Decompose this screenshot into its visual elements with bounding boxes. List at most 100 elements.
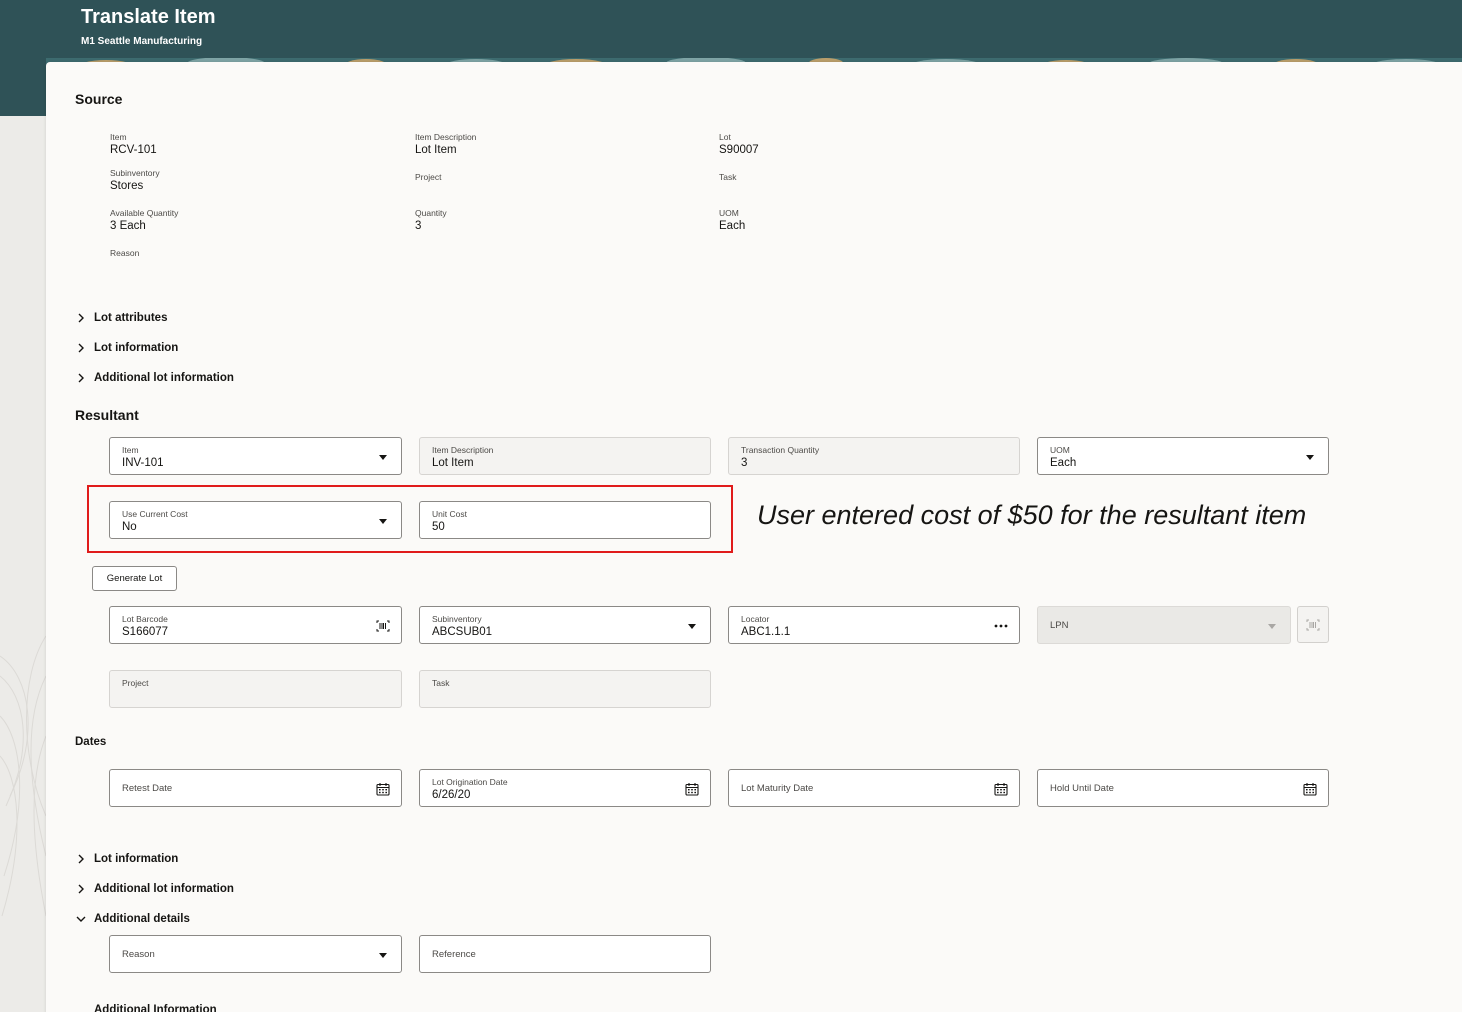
field-label: Project <box>122 678 149 688</box>
field-placeholder: LPN <box>1050 620 1069 631</box>
locator-input[interactable]: Locator ABC1.1.1 <box>728 606 1020 644</box>
source-reason-label: Reason <box>110 248 140 258</box>
accordion-label: Additional lot information <box>94 883 234 895</box>
chevron-down-icon[interactable] <box>375 947 391 963</box>
accordion-label: Additional details <box>94 913 190 925</box>
transaction-quantity-field[interactable]: Transaction Quantity 3 <box>728 437 1020 475</box>
calendar-icon[interactable] <box>684 781 700 797</box>
field-value: INV-101 <box>122 457 164 469</box>
field-value: ABC1.1.1 <box>741 626 791 638</box>
source-section-title: Source <box>75 91 123 107</box>
source-lot: Lot S90007 <box>719 132 999 156</box>
source-item-description: Item Description Lot Item <box>415 132 695 156</box>
field-value: ABCSUB01 <box>432 626 493 638</box>
source-item-description-value: Lot Item <box>415 144 457 156</box>
calendar-icon[interactable] <box>993 781 1009 797</box>
source-item-description-label: Item Description <box>415 132 477 142</box>
source-uom-value: Each <box>719 220 746 232</box>
source-item: Item RCV-101 <box>110 132 390 156</box>
resultant-uom-select[interactable]: UOM Each <box>1037 437 1329 475</box>
source-project-label: Project <box>415 172 442 182</box>
accordion-resultant-additional-lot-information[interactable]: Additional lot information <box>76 881 234 897</box>
field-value: S166077 <box>122 626 169 638</box>
chevron-right-icon <box>76 370 94 386</box>
source-available-quantity: Available Quantity 3 Each <box>110 208 390 232</box>
source-uom: UOM Each <box>719 208 999 232</box>
accordion-additional-information-partial[interactable]: Additional Information <box>94 1004 217 1012</box>
chevron-down-icon[interactable] <box>375 449 391 465</box>
resultant-task-field: Task <box>419 670 711 708</box>
accordion-source-additional-lot-information[interactable]: Additional lot information <box>76 370 234 386</box>
accordion-label: Lot information <box>94 853 179 865</box>
lot-barcode-input[interactable]: Lot Barcode S166077 <box>109 606 402 644</box>
annotation-callout: User entered cost of $50 for the resulta… <box>757 500 1307 530</box>
field-label: Item Description <box>432 445 494 455</box>
field-label: Subinventory <box>432 614 482 624</box>
field-label: Item <box>122 445 139 455</box>
barcode-scan-icon <box>1306 619 1320 630</box>
source-subinventory-label: Subinventory <box>110 168 160 178</box>
source-subinventory: Subinventory Stores <box>110 168 390 192</box>
chevron-right-icon <box>76 881 94 897</box>
field-label: Locator <box>741 614 770 624</box>
field-label: Lot Barcode <box>122 614 168 624</box>
resultant-subinventory-select[interactable]: Subinventory ABCSUB01 <box>419 606 711 644</box>
dates-section-title: Dates <box>75 736 107 748</box>
accordion-source-lot-attributes[interactable]: Lot attributes <box>76 310 167 326</box>
resultant-section-title: Resultant <box>75 407 139 423</box>
field-label: Transaction Quantity <box>741 445 820 455</box>
annotation-highlight-box <box>87 485 733 553</box>
chevron-down-icon[interactable] <box>1302 449 1318 465</box>
chevron-right-icon <box>76 851 94 867</box>
reference-input[interactable]: Reference <box>419 935 711 973</box>
generate-lot-button[interactable]: Generate Lot <box>92 566 177 591</box>
field-placeholder: Reason <box>122 949 155 960</box>
more-options-icon[interactable] <box>993 618 1009 634</box>
lot-maturity-date-input[interactable]: Lot Maturity Date <box>728 769 1020 807</box>
source-quantity: Quantity 3 <box>415 208 695 232</box>
source-lot-value: S90007 <box>719 144 759 156</box>
source-item-value: RCV-101 <box>110 144 157 156</box>
accordion-label: Lot attributes <box>94 312 168 324</box>
field-label: Lot Origination Date <box>432 777 508 787</box>
field-value: Lot Item <box>432 457 474 469</box>
accordion-label: Additional lot information <box>94 372 234 384</box>
source-available-quantity-label: Available Quantity <box>110 208 179 218</box>
calendar-icon[interactable] <box>375 781 391 797</box>
field-placeholder: Hold Until Date <box>1050 783 1114 794</box>
field-value: Each <box>1050 457 1077 469</box>
resultant-item-description-field: Item Description Lot Item <box>419 437 711 475</box>
field-placeholder: Reference <box>432 949 476 960</box>
page-subtitle: M1 Seattle Manufacturing <box>81 36 203 47</box>
lpn-select[interactable]: LPN <box>1037 606 1291 644</box>
source-task: Task <box>719 172 999 182</box>
chevron-down-icon[interactable] <box>684 618 700 634</box>
source-project: Project <box>415 172 695 182</box>
page-title: Translate Item <box>81 6 216 28</box>
field-placeholder: Lot Maturity Date <box>741 783 814 794</box>
accordion-additional-details[interactable]: Additional details <box>76 911 190 927</box>
field-placeholder: Retest Date <box>122 783 173 794</box>
field-label: Task <box>432 678 450 688</box>
barcode-scan-icon[interactable] <box>375 618 391 634</box>
chevron-down-icon <box>1264 618 1280 634</box>
source-task-label: Task <box>719 172 737 182</box>
lot-origination-date-input[interactable]: Lot Origination Date 6/26/20 <box>419 769 711 807</box>
source-available-quantity-value: 3 Each <box>110 220 146 232</box>
calendar-icon[interactable] <box>1302 781 1318 797</box>
accordion-label: Lot information <box>94 342 179 354</box>
lpn-scan-button[interactable] <box>1297 606 1329 643</box>
source-item-label: Item <box>110 132 127 142</box>
accordion-source-lot-information[interactable]: Lot information <box>76 340 178 356</box>
left-decorative-background <box>0 116 46 1012</box>
hold-until-date-input[interactable]: Hold Until Date <box>1037 769 1329 807</box>
field-value: 6/26/20 <box>432 789 471 801</box>
resultant-item-select[interactable]: Item INV-101 <box>109 437 402 475</box>
retest-date-input[interactable]: Retest Date <box>109 769 402 807</box>
chevron-down-icon <box>76 911 94 927</box>
field-label: UOM <box>1050 445 1070 455</box>
reason-select[interactable]: Reason <box>109 935 402 973</box>
source-lot-label: Lot <box>719 132 731 142</box>
resultant-project-field: Project <box>109 670 402 708</box>
accordion-resultant-lot-information[interactable]: Lot information <box>76 851 178 867</box>
